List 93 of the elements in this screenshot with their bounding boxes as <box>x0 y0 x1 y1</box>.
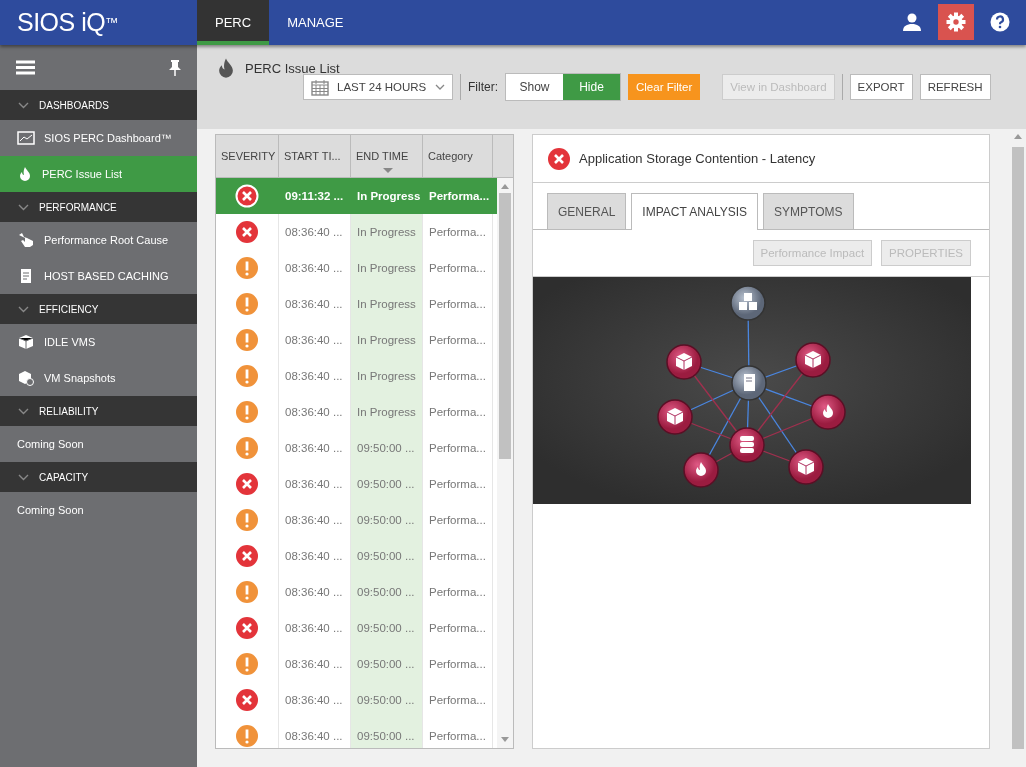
table-cell: In Progress <box>351 358 423 394</box>
tab[interactable]: IMPACT ANALYSIS <box>631 193 759 230</box>
warning-icon <box>235 328 259 352</box>
scroll-down-icon[interactable] <box>501 737 509 742</box>
section-label: CAPACITY <box>39 471 89 483</box>
warning-icon <box>235 364 259 388</box>
warning-icon <box>235 256 259 280</box>
warning-icon <box>235 292 259 316</box>
settings-icon[interactable] <box>946 12 966 32</box>
table-cell: In Progress <box>351 322 423 358</box>
table-cell: 09:50:00 ... <box>351 610 423 646</box>
table-cell: Performa... <box>423 718 493 748</box>
hand-pointer-icon <box>17 232 35 248</box>
error-icon <box>235 220 259 244</box>
column-header[interactable]: START TI... <box>279 135 351 177</box>
table-cell: In Progress <box>351 250 423 286</box>
chevron-icon <box>18 473 29 481</box>
settings-button[interactable] <box>938 4 974 40</box>
brand-logo: SIOS iQ$^{™}$ <box>16 7 119 38</box>
scroll-up-icon[interactable] <box>1014 134 1022 139</box>
chevron-icon <box>18 203 29 211</box>
section-label: RELIABILITY <box>39 405 99 417</box>
toolbar-button[interactable]: REFRESH <box>919 74 991 100</box>
table-cell: In Progress <box>351 214 423 250</box>
sidebar-section[interactable]: DASHBOARDS <box>0 90 197 120</box>
column-header[interactable]: END TIME <box>351 135 423 177</box>
section-label: DASHBOARDS <box>39 99 109 111</box>
column-header[interactable]: SEVERITY <box>216 135 279 177</box>
cube-icon <box>17 334 35 350</box>
filter-label: Filter: <box>468 80 498 94</box>
sort-icon <box>383 168 393 173</box>
sidebar-item[interactable]: PERC Issue List <box>0 156 197 192</box>
filter-toggle[interactable]: Show <box>506 74 563 100</box>
error-icon <box>547 146 571 171</box>
filter-toggle[interactable]: Hide <box>563 74 620 100</box>
table-cell: 09:50:00 ... <box>351 502 423 538</box>
menu-icon[interactable] <box>16 60 35 75</box>
error-icon <box>235 544 259 568</box>
pin-icon[interactable] <box>169 59 181 76</box>
table-cell: 09:50:00 ... <box>351 682 423 718</box>
time-range-dropdown[interactable]: LAST 24 HOURS <box>303 74 453 100</box>
table-cell: In Progress <box>351 286 423 322</box>
chevron-icon <box>18 407 29 415</box>
chart-icon <box>17 130 35 146</box>
page-title: PERC Issue List <box>245 60 340 76</box>
warning-icon <box>235 508 259 532</box>
table-cell: 09:50:00 ... <box>351 646 423 682</box>
chevron-icon <box>18 305 29 313</box>
error-icon <box>235 616 259 640</box>
table-cell: 09:50:00 ... <box>351 574 423 610</box>
sidebar-section[interactable]: PERFORMANCE <box>0 192 197 222</box>
sidebar-item[interactable]: SIOS PERC Dashboard™ <box>0 120 197 156</box>
table-cell: 09:50:00 ... <box>351 718 423 748</box>
toolbar-button[interactable]: EXPORT <box>849 74 913 100</box>
cube-clock-icon <box>17 370 35 386</box>
chevron-icon <box>18 101 29 109</box>
flame-icon <box>17 166 33 182</box>
sidebar-note: Coming Soon <box>16 503 85 518</box>
sidebar-item[interactable]: VM Snapshots <box>0 360 197 396</box>
help-icon[interactable] <box>990 12 1010 32</box>
column-header[interactable]: Category <box>423 135 493 177</box>
chevron-icon <box>435 84 445 90</box>
table-cell: 09:50:00 ... <box>351 466 423 502</box>
sidebar-section[interactable]: RELIABILITY <box>0 396 197 426</box>
sidebar-item[interactable]: Performance Root Cause <box>0 222 197 258</box>
table-cell: 09:50:00 ... <box>351 538 423 574</box>
sidebar-item[interactable]: IDLE VMS <box>0 324 197 360</box>
warning-icon <box>235 400 259 424</box>
error-icon <box>235 472 259 496</box>
error-icon <box>235 688 259 712</box>
user-icon[interactable] <box>902 12 922 32</box>
section-label: EFFICIENCY <box>39 303 99 315</box>
table-cell: In Progress <box>351 394 423 430</box>
sidebar-item[interactable]: HOST BASED CACHING <box>0 258 197 294</box>
calendar-icon <box>311 78 329 96</box>
sidebar-section[interactable]: CAPACITY <box>0 462 197 492</box>
sidebar-section[interactable]: EFFICIENCY <box>0 294 197 324</box>
warning-icon <box>235 436 259 460</box>
scrollbar[interactable] <box>497 178 513 748</box>
section-label: PERFORMANCE <box>39 201 117 213</box>
tab[interactable]: SYMPTOMS <box>763 193 854 229</box>
scroll-up-icon[interactable] <box>501 184 509 189</box>
nav-tab[interactable]: MANAGE <box>269 0 362 45</box>
tab[interactable]: GENERAL <box>547 193 627 229</box>
error-icon <box>235 184 259 208</box>
sidebar-note: Coming Soon <box>16 437 85 452</box>
warning-icon <box>235 652 259 676</box>
table-row[interactable]: 09:11:32 ... In Progress Performa... <box>216 178 497 214</box>
issue-title: Application Storage Contention - Latency <box>579 151 816 166</box>
nav-tab[interactable]: PERC <box>197 0 270 45</box>
page-scrollbar[interactable] <box>1010 134 1026 749</box>
warning-icon <box>235 580 259 604</box>
table-cell: 09:50:00 ... <box>351 430 423 466</box>
